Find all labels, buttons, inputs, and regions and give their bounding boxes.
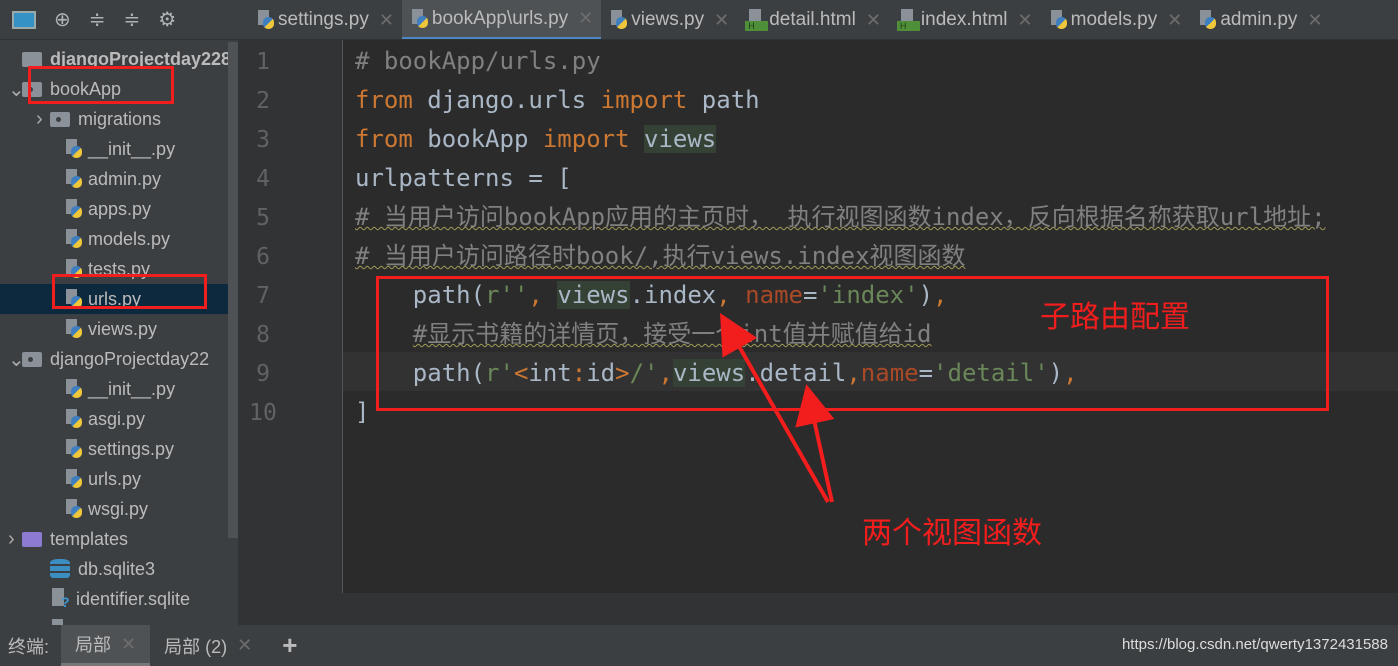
- annotation-arrows: [720, 313, 835, 503]
